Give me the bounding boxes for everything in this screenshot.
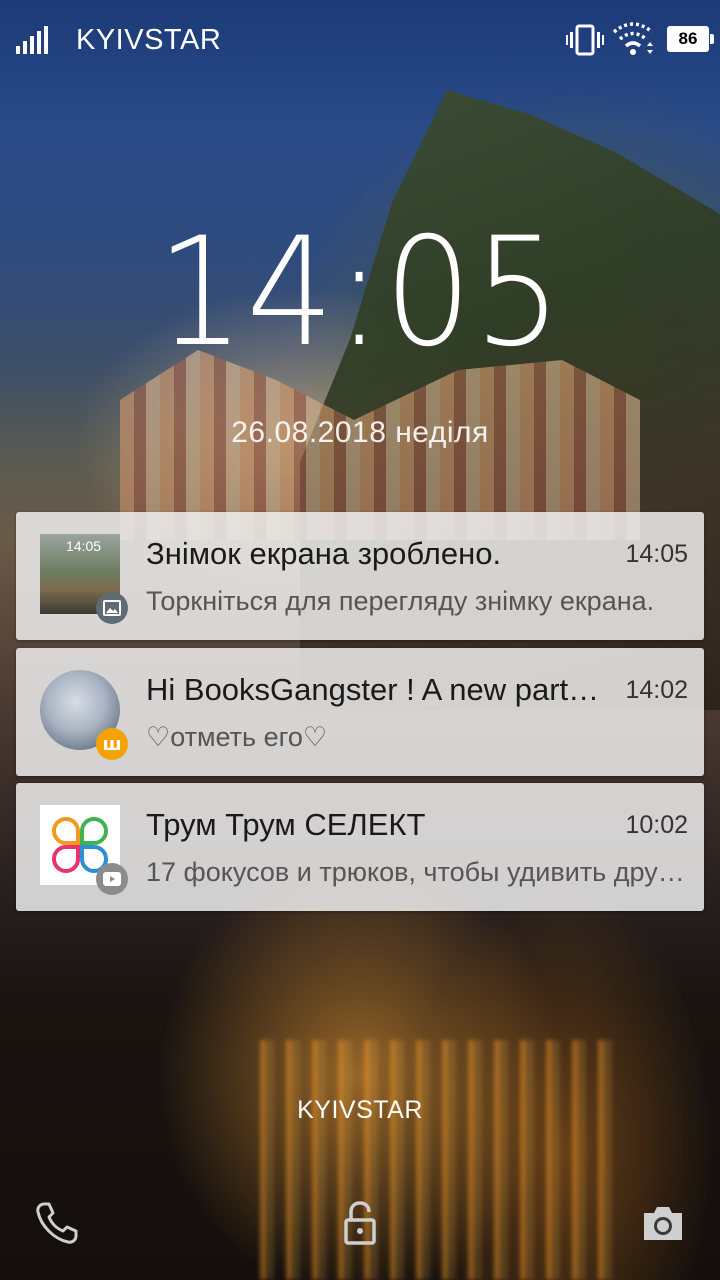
lockscreen-clock: 14:05 xyxy=(156,206,564,380)
notification-screenshot[interactable]: 14:05 Знімок екрана зроблено. 14:05 Торк… xyxy=(16,512,704,640)
wallpaper xyxy=(0,0,720,1280)
vibrate-icon xyxy=(566,24,604,56)
wallpaper-water-reflection xyxy=(260,1040,620,1280)
status-bar: KYIVSTAR 86 xyxy=(0,0,720,80)
image-icon xyxy=(96,592,128,624)
notification-wattpad[interactable]: ш Hi BooksGangster ! A new part is out 1… xyxy=(16,648,704,776)
phone-icon[interactable] xyxy=(34,1200,80,1246)
notification-time: 14:05 xyxy=(625,540,688,568)
notification-text: ♡отметь его♡ xyxy=(146,722,328,752)
notification-title: Знімок екрана зроблено. xyxy=(146,536,502,571)
carrier-label-bottom: KYIVSTAR xyxy=(297,1096,423,1124)
notification-title: Hi BooksGangster ! A new part is out xyxy=(146,672,606,707)
carrier-name: KYIVSTAR xyxy=(76,24,222,56)
notification-text: 17 фокусов и трюков, чтобы удивить друзе… xyxy=(146,857,688,887)
youtube-icon xyxy=(96,863,128,895)
thumbnail-mini-time: 14:05 xyxy=(66,538,102,554)
battery-icon: 86 xyxy=(667,26,714,52)
notification-time: 14:02 xyxy=(625,676,688,704)
camera-icon[interactable] xyxy=(640,1200,686,1246)
notification-youtube[interactable]: Трум Трум СЕЛЕКТ 10:02 17 фокусов и трюк… xyxy=(16,783,704,911)
notification-time: 10:02 xyxy=(625,811,688,839)
notification-text: Торкніться для перегляду знімку екрана. xyxy=(146,586,655,616)
wattpad-icon: ш xyxy=(96,728,128,760)
battery-level: 86 xyxy=(678,29,698,48)
notification-title: Трум Трум СЕЛЕКТ xyxy=(146,807,426,842)
wifi-icon xyxy=(612,22,654,55)
lock-icon[interactable] xyxy=(337,1200,383,1246)
signal-icon xyxy=(16,26,50,54)
lockscreen-date: 26.08.2018 неділя xyxy=(231,416,489,449)
